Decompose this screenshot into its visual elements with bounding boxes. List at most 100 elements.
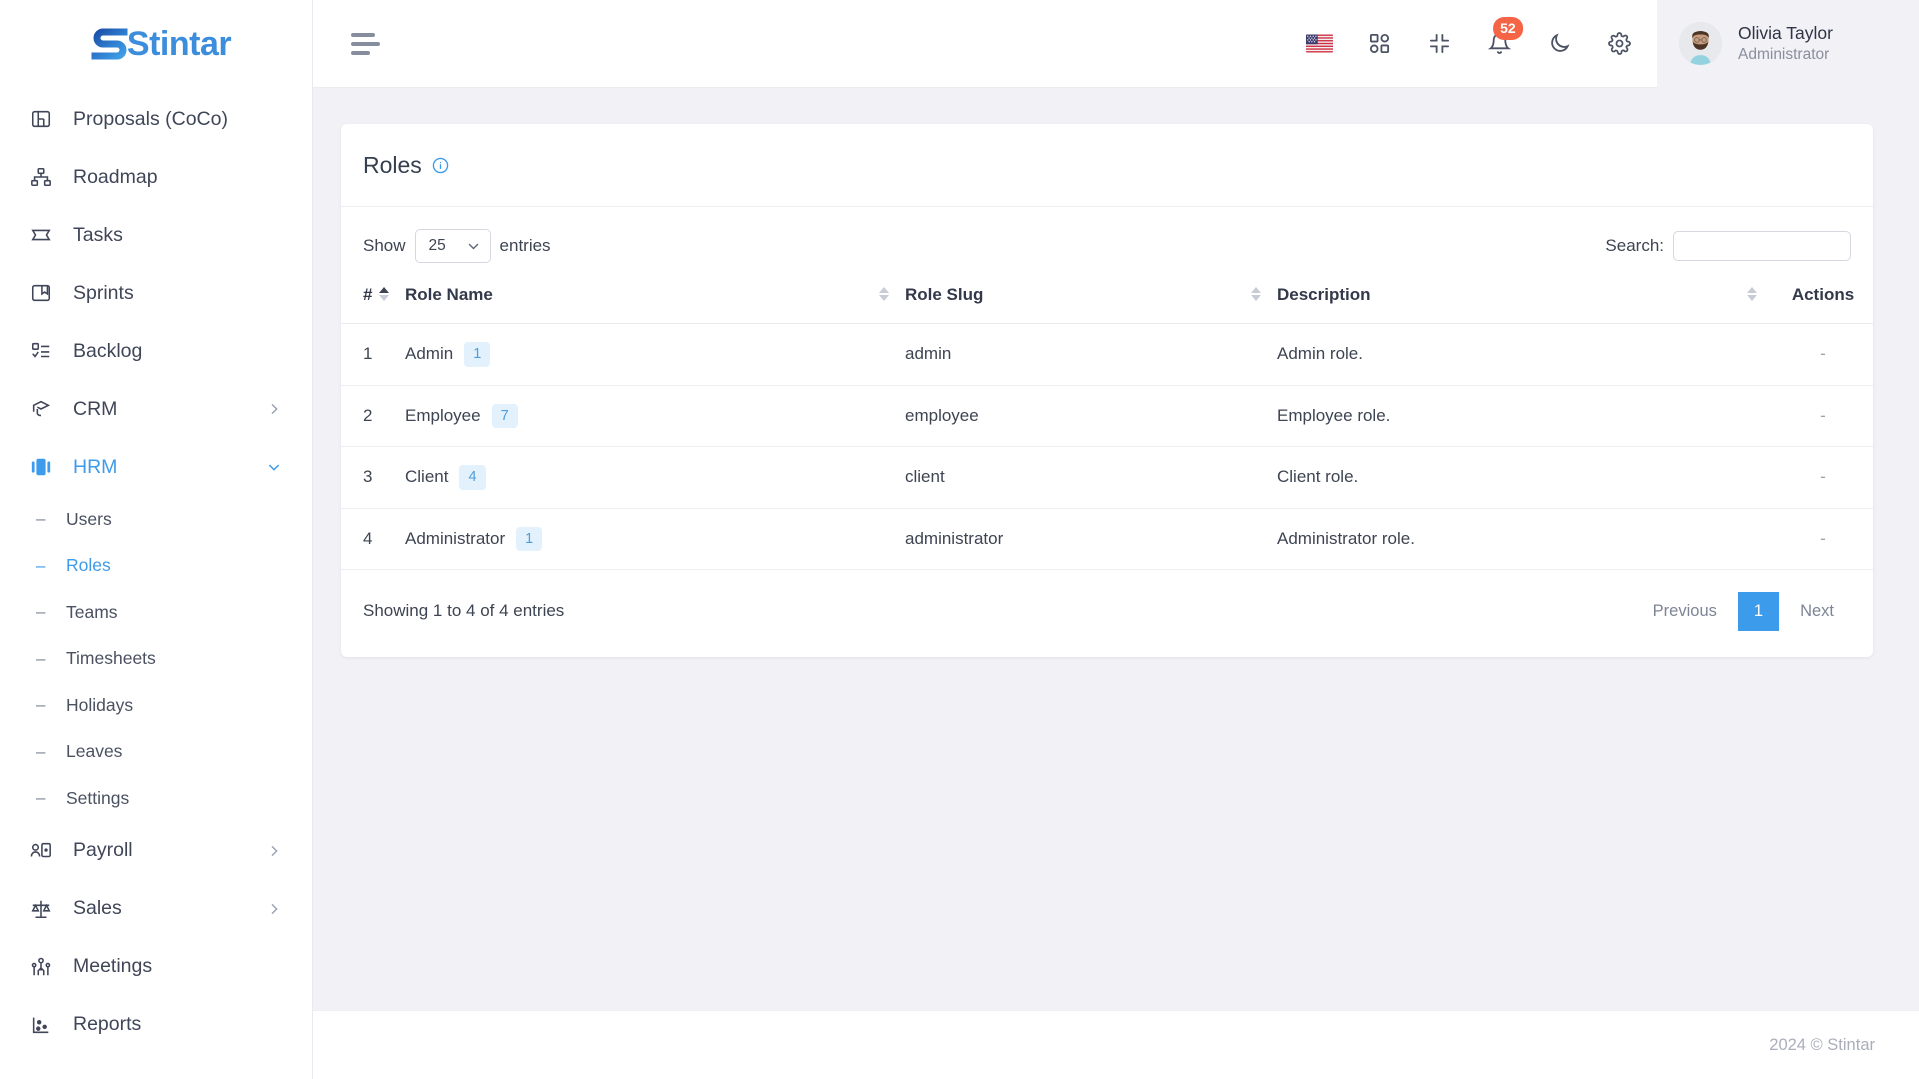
crm-icon xyxy=(28,396,54,422)
sidebar-item-tasks[interactable]: Tasks xyxy=(0,206,312,264)
sidebar-item-label: Meetings xyxy=(73,955,153,977)
reports-icon xyxy=(28,1012,54,1038)
showing-entries-text: Showing 1 to 4 of 4 entries xyxy=(363,601,565,621)
column-header-role-name[interactable]: Role Name xyxy=(405,277,905,324)
sidebar-item-proposals[interactable]: Proposals (CoCo) xyxy=(0,90,312,148)
sidebar-item-label: Reports xyxy=(73,1013,142,1035)
column-label: Actions xyxy=(1791,285,1855,304)
table-controls: Show 25 entries Search: xyxy=(341,207,1873,277)
cell-role-slug: administrator xyxy=(905,508,1277,570)
language-selector[interactable] xyxy=(1289,14,1349,74)
user-name: Olivia Taylor xyxy=(1738,23,1833,44)
table-row[interactable]: 1 Admin 1 admin Admin role. - xyxy=(341,323,1873,386)
chevron-right-icon xyxy=(266,401,282,417)
role-name-text: Admin xyxy=(405,344,454,364)
column-header-role-slug[interactable]: Role Slug xyxy=(905,277,1277,324)
settings-button[interactable] xyxy=(1589,14,1649,74)
sidebar-item-payroll[interactable]: Payroll xyxy=(0,822,312,880)
cell-role-name: Admin 1 xyxy=(405,323,905,386)
sidebar-item-roles[interactable]: – Roles xyxy=(0,543,312,590)
sidebar-subitem-label: Settings xyxy=(66,787,130,808)
table-row[interactable]: 3 Client 4 client Client role. - xyxy=(341,446,1873,509)
sidebar-subitem-label: Timesheets xyxy=(66,648,156,669)
sidebar-nav: Proposals (CoCo) Roadmap Tasks Sprints B… xyxy=(0,88,312,1079)
proposals-icon xyxy=(28,106,54,132)
page-length-select[interactable]: 25 xyxy=(414,229,491,263)
cell-description: Admin role. xyxy=(1277,323,1773,386)
sidebar-item-crm[interactable]: CRM xyxy=(0,380,312,438)
sort-arrows-icon xyxy=(1251,287,1261,301)
table-row[interactable]: 2 Employee 7 employee Employee role. - xyxy=(341,385,1873,447)
column-label: Role Name xyxy=(405,285,493,304)
user-role: Administrator xyxy=(1738,45,1830,63)
sidebar-item-label: Sales xyxy=(73,897,122,919)
table-row[interactable]: 4 Administrator 1 administrator Administ… xyxy=(341,508,1873,570)
sidebar-item-roadmap[interactable]: Roadmap xyxy=(0,148,312,206)
sidebar-item-users[interactable]: – Users xyxy=(0,496,312,543)
sidebar-item-label: Proposals (CoCo) xyxy=(73,107,228,130)
column-header-number[interactable]: # xyxy=(341,277,405,324)
notifications-button[interactable]: 52 xyxy=(1469,14,1529,74)
sidebar-item-leaves[interactable]: – Leaves xyxy=(0,729,312,776)
card-header: Roles xyxy=(341,124,1873,207)
hrm-icon xyxy=(28,454,54,480)
table-footer: Showing 1 to 4 of 4 entries Previous 1 N… xyxy=(341,570,1873,657)
apps-grid-icon xyxy=(1369,33,1389,54)
column-header-description[interactable]: Description xyxy=(1277,277,1773,324)
search-control: Search: xyxy=(1605,231,1851,261)
roles-table: # Role Name Role Slug Description Action… xyxy=(341,277,1873,570)
chevron-right-icon xyxy=(266,901,282,917)
dash-icon: – xyxy=(36,509,46,529)
header-action-icons: 52 xyxy=(1289,14,1657,74)
notification-count-badge: 52 xyxy=(1493,16,1523,40)
cell-role-name: Administrator 1 xyxy=(405,508,905,570)
dark-mode-toggle-button[interactable] xyxy=(1529,14,1589,74)
sidebar-subitem-label: Teams xyxy=(66,601,118,622)
user-profile-menu[interactable]: Olivia Taylor Administrator xyxy=(1657,0,1919,88)
role-name-wrap: Employee 7 xyxy=(405,403,905,428)
info-circle-icon[interactable] xyxy=(432,157,449,174)
pagination-previous[interactable]: Previous xyxy=(1636,593,1734,630)
role-count-badge: 1 xyxy=(464,342,491,367)
role-name-wrap: Administrator 1 xyxy=(405,526,905,551)
cell-role-slug: client xyxy=(905,446,1277,509)
role-count-badge: 7 xyxy=(491,403,518,428)
apps-grid-button[interactable] xyxy=(1349,14,1409,74)
sidebar-item-sales[interactable]: Sales xyxy=(0,880,312,938)
sidebar-item-label: Tasks xyxy=(73,223,123,246)
dash-icon: – xyxy=(36,788,46,808)
sidebar-item-meetings[interactable]: Meetings xyxy=(0,938,312,996)
app-root: Stintar Proposals (CoCo) Roadmap Tasks S… xyxy=(0,0,1919,1079)
pagination-page-1[interactable]: 1 xyxy=(1737,592,1780,631)
hamburger-menu-icon[interactable] xyxy=(347,27,384,61)
cell-description: Client role. xyxy=(1277,446,1773,509)
sidebar-item-holidays[interactable]: – Holidays xyxy=(0,682,312,729)
role-name-wrap: Admin 1 xyxy=(405,342,905,367)
sidebar-subitem-label: Roles xyxy=(66,555,111,576)
dash-icon: – xyxy=(36,695,46,715)
brand-logo[interactable]: Stintar xyxy=(0,0,312,88)
top-header: 52 Olivia Taylor Administrator xyxy=(313,0,1919,88)
brand-name: Stintar xyxy=(126,24,232,63)
role-name-text: Employee xyxy=(405,405,481,425)
tasks-icon xyxy=(28,222,54,248)
sidebar-item-hrm[interactable]: HRM xyxy=(0,438,312,496)
fullscreen-exit-icon xyxy=(1429,33,1449,54)
sidebar-item-backlog[interactable]: Backlog xyxy=(0,322,312,380)
sprints-icon xyxy=(28,280,54,306)
sidebar-item-teams[interactable]: – Teams xyxy=(0,589,312,636)
sort-arrows-icon xyxy=(879,287,889,301)
sidebar-item-sprints[interactable]: Sprints xyxy=(0,264,312,322)
search-input[interactable] xyxy=(1673,231,1851,261)
sidebar-item-reports[interactable]: Reports xyxy=(0,996,312,1054)
hamburger-line xyxy=(351,32,375,37)
cell-role-slug: admin xyxy=(905,323,1277,386)
show-label: Show xyxy=(363,236,406,255)
sidebar-item-timesheets[interactable]: – Timesheets xyxy=(0,636,312,683)
dash-icon: – xyxy=(36,555,46,575)
column-label: Description xyxy=(1277,285,1371,304)
pagination-next[interactable]: Next xyxy=(1783,593,1851,630)
fullscreen-toggle-button[interactable] xyxy=(1409,14,1469,74)
table-body: 1 Admin 1 admin Admin role. - 2 Employee… xyxy=(341,323,1873,570)
sidebar-item-settings[interactable]: – Settings xyxy=(0,775,312,822)
